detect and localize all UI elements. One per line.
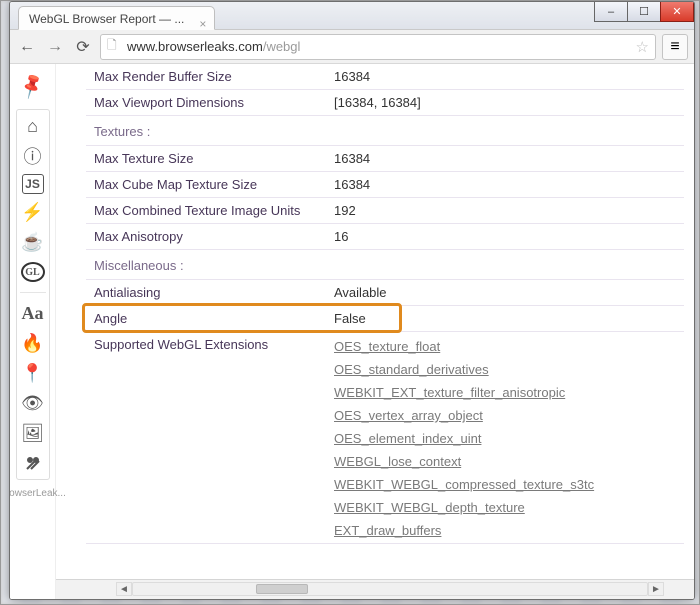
report-area: Max Render Buffer Size16384Max Viewport …: [56, 64, 694, 599]
scroll-track[interactable]: [132, 582, 648, 596]
property-value: 16384: [326, 146, 684, 172]
property-value: Available: [326, 280, 684, 306]
browser-window: WebGL Browser Report — ... × – ☐ ✕ ← → ⟳…: [9, 1, 695, 600]
property-name: Max Anisotropy: [86, 224, 326, 250]
address-bar[interactable]: 🗋 www.browserleaks.com/webgl ☆: [100, 34, 656, 60]
titlebar: WebGL Browser Report — ... × – ☐ ✕: [10, 2, 694, 30]
property-value: 16: [326, 224, 684, 250]
extension-link[interactable]: WEBKIT_WEBGL_compressed_texture_s3tc: [334, 477, 676, 492]
report-table: Max Render Buffer Size16384Max Viewport …: [86, 64, 684, 544]
browser-toolbar: ← → ⟳ 🗋 www.browserleaks.com/webgl ☆ ≡: [10, 30, 694, 64]
tab-close-icon[interactable]: ×: [199, 12, 206, 30]
bookmark-star-icon[interactable]: ☆: [636, 38, 649, 56]
property-value: 16384: [326, 172, 684, 198]
table-row: Max Cube Map Texture Size16384: [86, 172, 684, 198]
status-bar: ◄ ►: [56, 579, 694, 599]
javascript-icon[interactable]: JS: [22, 174, 44, 194]
property-value: 16384: [326, 64, 684, 90]
extension-link[interactable]: OES_standard_derivatives: [334, 362, 676, 377]
extension-link[interactable]: OES_texture_float: [334, 339, 676, 354]
section-header: Miscellaneous :: [86, 250, 684, 280]
browser-tab[interactable]: WebGL Browser Report — ... ×: [18, 6, 215, 30]
extension-link[interactable]: WEBKIT_WEBGL_depth_texture: [334, 500, 676, 515]
property-name: Angle: [86, 306, 326, 332]
fire-icon[interactable]: 🔥: [19, 331, 47, 355]
pin-icon[interactable]: 📌: [18, 72, 48, 101]
extension-link[interactable]: WEBGL_lose_context: [334, 454, 676, 469]
location-icon[interactable]: 📍: [19, 361, 47, 385]
reload-button[interactable]: ⟳: [72, 36, 94, 58]
info-icon[interactable]: ⓘ: [19, 144, 47, 168]
window-maximize-button[interactable]: ☐: [627, 2, 661, 22]
url-text: www.browserleaks.com/webgl: [127, 39, 300, 54]
window-close-button[interactable]: ✕: [660, 2, 694, 22]
table-row: AngleFalse: [86, 306, 684, 332]
table-row: Max Combined Texture Image Units192: [86, 198, 684, 224]
image-icon[interactable]: 🖼: [19, 421, 47, 445]
tab-title: WebGL Browser Report — ...: [29, 12, 184, 26]
property-name: Antialiasing: [86, 280, 326, 306]
scroll-right-arrow[interactable]: ►: [648, 582, 664, 596]
table-row: Max Anisotropy16: [86, 224, 684, 250]
extension-link[interactable]: OES_vertex_array_object: [334, 408, 676, 423]
scroll-left-arrow[interactable]: ◄: [116, 582, 132, 596]
site-sidebar: 📌 ⌂ⓘJS⚡☕GLAa🔥📍👁🖼 BrowserLeak...: [10, 64, 56, 599]
eye-icon[interactable]: 👁: [19, 391, 47, 415]
table-row: Max Viewport Dimensions[16384, 16384]: [86, 90, 684, 116]
property-value: False: [326, 306, 684, 332]
extension-link[interactable]: OES_element_index_uint: [334, 431, 676, 446]
table-row: AntialiasingAvailable: [86, 280, 684, 306]
property-value: 192: [326, 198, 684, 224]
extension-link[interactable]: EXT_draw_buffers: [334, 523, 676, 538]
scroll-thumb[interactable]: [256, 584, 307, 594]
property-name: Max Viewport Dimensions: [86, 90, 326, 116]
fonts-icon[interactable]: Aa: [19, 301, 47, 325]
table-row: Max Texture Size16384: [86, 146, 684, 172]
back-button[interactable]: ←: [16, 36, 38, 58]
window-minimize-button[interactable]: –: [594, 2, 628, 22]
property-name: Max Cube Map Texture Size: [86, 172, 326, 198]
property-name: Max Render Buffer Size: [86, 64, 326, 90]
section-header: Textures :: [86, 116, 684, 146]
property-name: Supported WebGL Extensions: [86, 332, 326, 544]
page-icon: 🗋: [107, 36, 121, 57]
extension-link[interactable]: WEBKIT_EXT_texture_filter_anisotropic: [334, 385, 676, 400]
home-icon[interactable]: ⌂: [19, 114, 47, 138]
tools-icon[interactable]: [19, 451, 47, 475]
table-row: Max Render Buffer Size16384: [86, 64, 684, 90]
property-name: Max Texture Size: [86, 146, 326, 172]
flash-icon[interactable]: ⚡: [19, 200, 47, 224]
property-value: [16384, 16384]: [326, 90, 684, 116]
table-row: Miscellaneous :: [86, 250, 684, 280]
forward-button[interactable]: →: [44, 36, 66, 58]
horizontal-scrollbar[interactable]: ◄ ►: [116, 581, 664, 597]
property-value: OES_texture_float OES_standard_derivative…: [326, 332, 684, 544]
table-row: Textures :: [86, 116, 684, 146]
table-row: Supported WebGL ExtensionsOES_texture_fl…: [86, 332, 684, 544]
webgl-icon[interactable]: GL: [19, 260, 47, 284]
java-icon[interactable]: ☕: [19, 230, 47, 254]
property-name: Max Combined Texture Image Units: [86, 198, 326, 224]
browser-menu-button[interactable]: ≡: [662, 34, 688, 60]
